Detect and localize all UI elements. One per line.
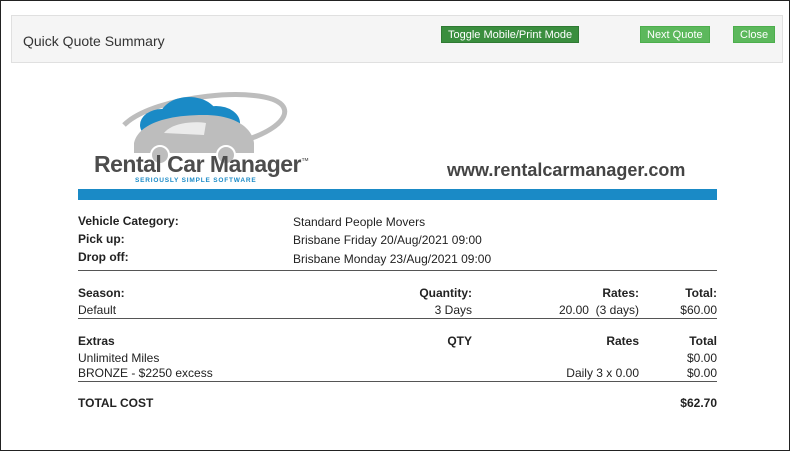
quantity-header: Quantity:: [419, 286, 472, 300]
season-total-value: $60.00: [680, 303, 717, 317]
rates-value: 20.00 (3 days): [558, 303, 639, 317]
season-header: Season:: [78, 286, 125, 300]
total-cost-value: $62.70: [680, 396, 717, 410]
extra-rates: Daily 3 x 0.00: [566, 366, 639, 380]
total-header: Total:: [685, 286, 717, 300]
extra-name: BRONZE - $2250 excess: [78, 366, 213, 380]
extra-total: $0.00: [686, 366, 717, 380]
next-quote-button[interactable]: Next Quote: [640, 26, 710, 43]
vehicle-category-value: Standard People Movers: [293, 215, 426, 229]
rates-header: Rates:: [602, 286, 639, 300]
extra-total: $0.00: [686, 351, 717, 365]
total-cost-label: TOTAL COST: [78, 396, 154, 410]
pickup-value: Brisbane Friday 20/Aug/2021 09:00: [293, 233, 482, 247]
extras-header: Extras: [78, 334, 115, 348]
vehicle-category-label: Vehicle Category:: [78, 214, 179, 228]
extras-total-header: Total: [689, 334, 717, 348]
dropoff-label: Drop off:: [78, 250, 129, 264]
logo-trademark: ™: [301, 156, 309, 166]
window-frame: Quick Quote Summary Toggle Mobile/Print …: [0, 0, 790, 451]
vehicle-category-row: Vehicle Category: Standard People Movers: [78, 214, 717, 232]
divider: [78, 318, 717, 319]
quantity-value: 3 Days: [434, 303, 472, 317]
extras-rates-header: Rates: [606, 334, 639, 348]
qty-header: QTY: [447, 334, 472, 348]
toggle-mode-button[interactable]: Toggle Mobile/Print Mode: [441, 26, 580, 43]
logo-tagline: SERIOUSLY SIMPLE SOFTWARE: [135, 177, 257, 184]
extra-name: Unlimited Miles: [78, 351, 160, 365]
modal-title: Quick Quote Summary: [23, 33, 165, 49]
logo-name: Rental Car Manager: [94, 151, 302, 177]
modal-header: Quick Quote Summary Toggle Mobile/Print …: [11, 15, 783, 63]
dropoff-value: Brisbane Monday 23/Aug/2021 09:00: [293, 252, 492, 266]
season-value: Default: [78, 303, 117, 317]
divider: [78, 270, 717, 271]
pickup-label: Pick up:: [78, 232, 125, 246]
dropoff-row: Drop off: Brisbane Monday 23/Aug/2021 09…: [78, 250, 717, 268]
close-button[interactable]: Close: [733, 26, 776, 43]
divider: [78, 381, 717, 382]
website-url: www.rentalcarmanager.com: [447, 160, 686, 180]
accent-bar: [78, 189, 717, 200]
logo-wordmark: Rental Car Manager™: [94, 151, 309, 178]
pickup-row: Pick up: Brisbane Friday 20/Aug/2021 09:…: [78, 232, 717, 250]
